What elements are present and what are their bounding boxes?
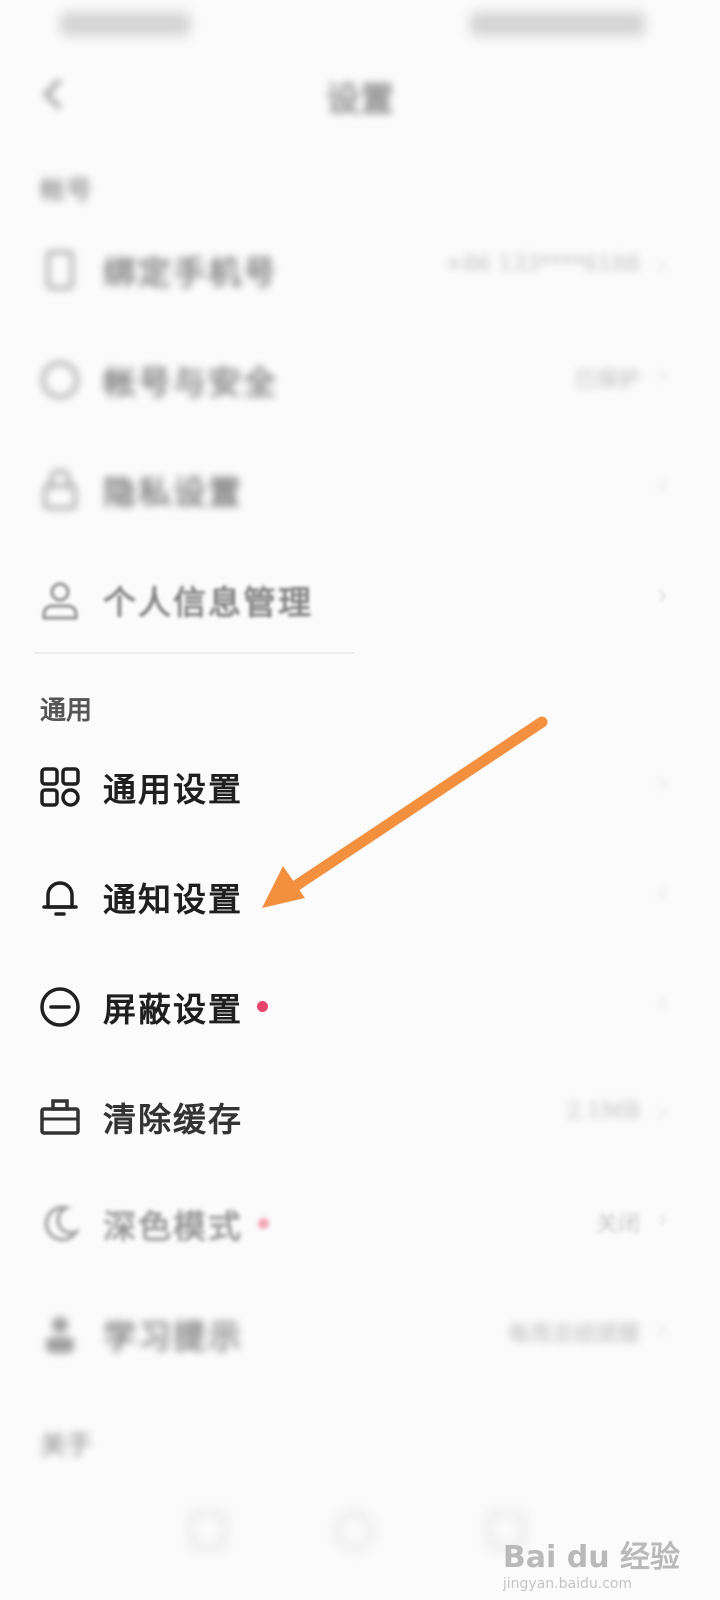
orange-arrow-icon	[262, 716, 548, 908]
baidu-jingyan-watermark: Bai du 经验 jingyan.baidu.com	[503, 1532, 680, 1592]
watermark-url: jingyan.baidu.com	[502, 1576, 633, 1592]
watermark-logo-text: Bai du 经验	[502, 1540, 680, 1575]
back-gesture-icon[interactable]	[190, 1512, 226, 1548]
home-gesture-icon[interactable]	[335, 1512, 373, 1550]
